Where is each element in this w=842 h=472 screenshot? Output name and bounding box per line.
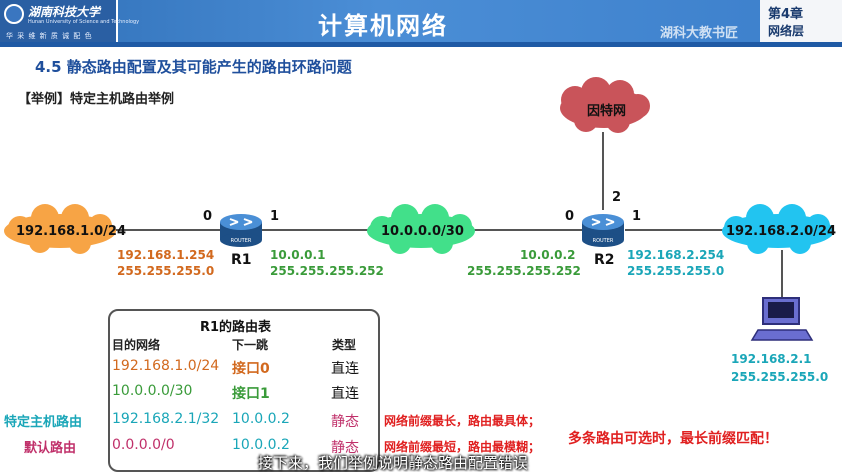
r1-port-0: 0	[203, 209, 213, 224]
network-left-label: 192.168.1.0/24	[16, 224, 127, 239]
default-route-label: 默认路由	[24, 441, 77, 456]
network-mid-label: 10.0.0.0/30	[381, 224, 464, 239]
row1-next-hop: 接口0	[232, 361, 270, 377]
row2-destination: 10.0.0.0/30	[112, 383, 193, 399]
host-mask: 255.255.255.0	[731, 370, 829, 384]
header-next-hop: 下一跳	[232, 338, 269, 352]
row3-type: 静态	[331, 414, 359, 430]
row1-type: 直连	[331, 361, 359, 377]
note-longest-match-rule: 多条路由可选时，最长前缀匹配！	[568, 431, 778, 447]
header-destination: 目的网络	[112, 338, 161, 352]
host-ip: 192.168.2.1	[731, 352, 812, 366]
r2-if0-mask: 255.255.255.252	[467, 264, 581, 278]
r2-port-2: 2	[612, 190, 622, 205]
r1-port-1: 1	[270, 209, 280, 224]
header-type: 类型	[332, 338, 357, 352]
r2-port-0: 0	[565, 209, 575, 224]
router-r2-name: R2	[594, 252, 615, 268]
internet-label: 因特网	[587, 104, 627, 119]
r1-if1-mask: 255.255.255.252	[270, 264, 384, 278]
row2-next-hop: 接口1	[232, 386, 270, 402]
r2-if1-mask: 255.255.255.0	[627, 264, 725, 278]
row2-type: 直连	[331, 386, 359, 402]
r2-if1-ip: 192.168.2.254	[627, 248, 725, 262]
r1-if0-ip: 192.168.1.254	[117, 248, 215, 262]
row4-destination: 0.0.0.0/0	[112, 437, 175, 453]
router-r2-caption: ROUTER	[593, 238, 614, 244]
host-route-label: 特定主机路由	[4, 415, 83, 430]
row1-destination: 192.168.1.0/24	[112, 358, 220, 374]
routing-table-title: R1的路由表	[200, 320, 272, 335]
router-r1-caption: ROUTER	[231, 238, 252, 244]
r2-if0-ip: 10.0.0.2	[520, 248, 576, 262]
row3-next-hop: 10.0.0.2	[232, 411, 290, 427]
host-computer-icon	[750, 297, 814, 341]
r1-if1-ip: 10.0.0.1	[270, 248, 326, 262]
row3-destination: 192.168.2.1/32	[112, 411, 220, 427]
router-r1-name: R1	[231, 252, 252, 268]
network-right-label: 192.168.2.0/24	[726, 224, 837, 239]
row4-next-hop: 10.0.0.2	[232, 437, 290, 453]
note-longest-prefix: 网络前缀最长，路由最具体；	[384, 414, 541, 428]
r1-if0-mask: 255.255.255.0	[117, 264, 215, 278]
video-subtitle: 接下来，我们举例说明静态路由配置错误	[258, 454, 529, 472]
r2-port-1: 1	[632, 209, 642, 224]
